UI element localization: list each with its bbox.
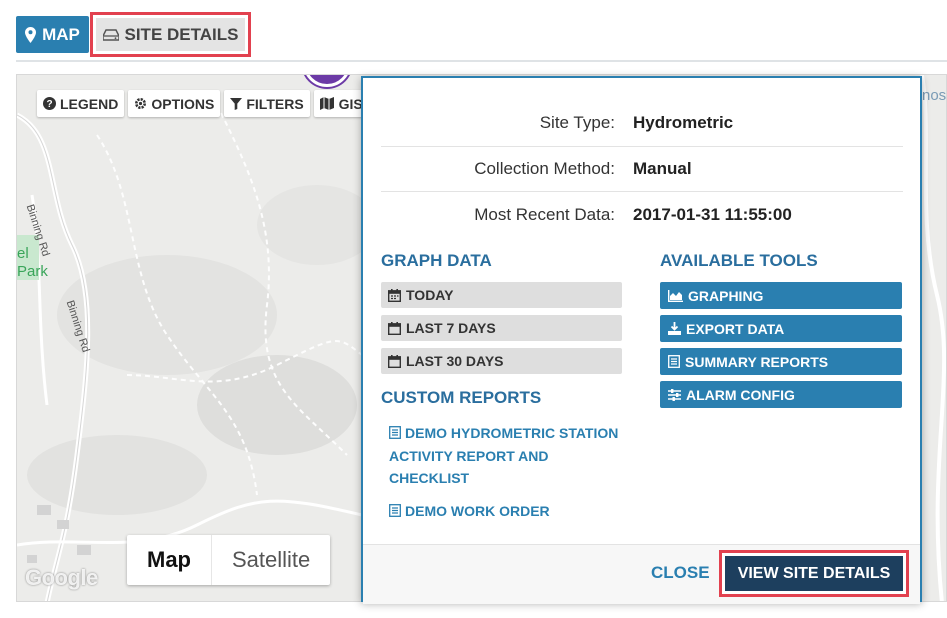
site-info-popup: Site Type: Hydrometric Collection Method… [361,76,922,604]
report-link-label: DEMO WORK ORDER [405,503,550,519]
legend-button[interactable]: ? LEGEND [37,90,125,117]
options-label: OPTIONS [151,95,215,112]
info-value: Hydrometric [633,113,734,132]
question-circle-icon: ? [43,97,56,110]
gear-icon [134,97,147,110]
info-label: Most Recent Data: [474,205,615,224]
map-type-satellite-button[interactable]: Satellite [212,535,330,585]
area-chart-icon [668,289,683,302]
park-label: Park [17,263,48,280]
top-tab-bar: MAP SITE DETAILS [0,0,947,62]
alarm-config-button[interactable]: ALARM CONFIG [660,381,902,408]
filters-button[interactable]: FILTERS [224,90,310,117]
filter-icon [230,97,243,110]
available-tools-heading: AVAILABLE TOOLS [660,251,818,270]
svg-text:?: ? [46,99,52,110]
report-link-work-order[interactable]: DEMO WORK ORDER [389,500,629,523]
graphing-button[interactable]: GRAPHING [660,282,902,309]
tool-button-label: EXPORT DATA [686,320,785,337]
tab-site-details[interactable]: SITE DETAILS [96,18,245,51]
info-row-most-recent-data: Most Recent Data: 2017-01-31 11:55:00 [381,192,903,238]
report-icon [389,504,401,517]
sliders-icon [668,388,681,401]
summary-reports-button[interactable]: SUMMARY REPORTS [660,348,902,375]
info-value: Manual [633,159,692,178]
graph-data-heading: GRAPH DATA [381,251,492,270]
info-row-collection-method: Collection Method: Manual [381,146,903,192]
calendar-icon [388,288,401,302]
map-place-label: nosu [922,87,947,104]
map-type-control: Map Satellite [127,535,331,585]
tab-map-label: MAP [42,24,80,44]
custom-reports-heading: CUSTOM REPORTS [381,388,542,407]
park-label: el [17,245,29,262]
tool-button-label: SUMMARY REPORTS [685,353,829,370]
tab-divider [16,60,947,62]
calendar-icon [388,321,401,335]
tool-button-label: ALARM CONFIG [686,386,795,403]
graph-button-label: LAST 7 DAYS [406,320,496,336]
graph-button-label: LAST 30 DAYS [406,353,504,369]
filters-label: FILTERS [246,95,304,112]
info-row-site-type: Site Type: Hydrometric [381,100,903,146]
folded-map-icon [319,97,335,110]
report-icon [668,355,680,368]
tab-site-details-label: SITE DETAILS [124,24,239,44]
export-data-button[interactable]: EXPORT DATA [660,315,902,342]
graph-today-button[interactable]: TODAY [381,282,622,308]
legend-label: LEGEND [60,95,119,112]
view-site-details-highlight: VIEW SITE DETAILS [719,550,909,597]
download-icon [668,322,681,335]
map-type-map-button[interactable]: Map [127,535,212,585]
popup-footer: CLOSE VIEW SITE DETAILS [363,544,920,604]
graph-button-label: TODAY [406,287,454,303]
info-label: Collection Method: [474,159,615,178]
info-label: Site Type: [539,113,615,132]
map-pin-icon [25,26,37,43]
info-value: 2017-01-31 11:55:00 [633,205,792,224]
hard-drive-icon [102,28,119,41]
graph-last-30-days-button[interactable]: LAST 30 DAYS [381,348,622,374]
report-link-hydrometric-checklist[interactable]: DEMO HYDROMETRIC STATION ACTIVITY REPORT… [389,422,629,490]
options-button[interactable]: OPTIONS [128,90,221,117]
close-button[interactable]: CLOSE [651,563,710,583]
report-link-label: DEMO HYDROMETRIC STATION ACTIVITY REPORT… [389,425,619,486]
graph-last-7-days-button[interactable]: LAST 7 DAYS [381,315,622,341]
tab-map[interactable]: MAP [16,16,89,53]
report-icon [389,426,401,439]
tool-button-label: GRAPHING [688,287,764,304]
calendar-icon [388,354,401,368]
view-site-details-button[interactable]: VIEW SITE DETAILS [725,556,903,591]
map-toolbar: ? LEGEND OPTIONS FILTERS GIS MAPS [37,90,414,117]
google-logo: Google [25,565,98,590]
tab-site-details-highlight: SITE DETAILS [90,12,251,57]
